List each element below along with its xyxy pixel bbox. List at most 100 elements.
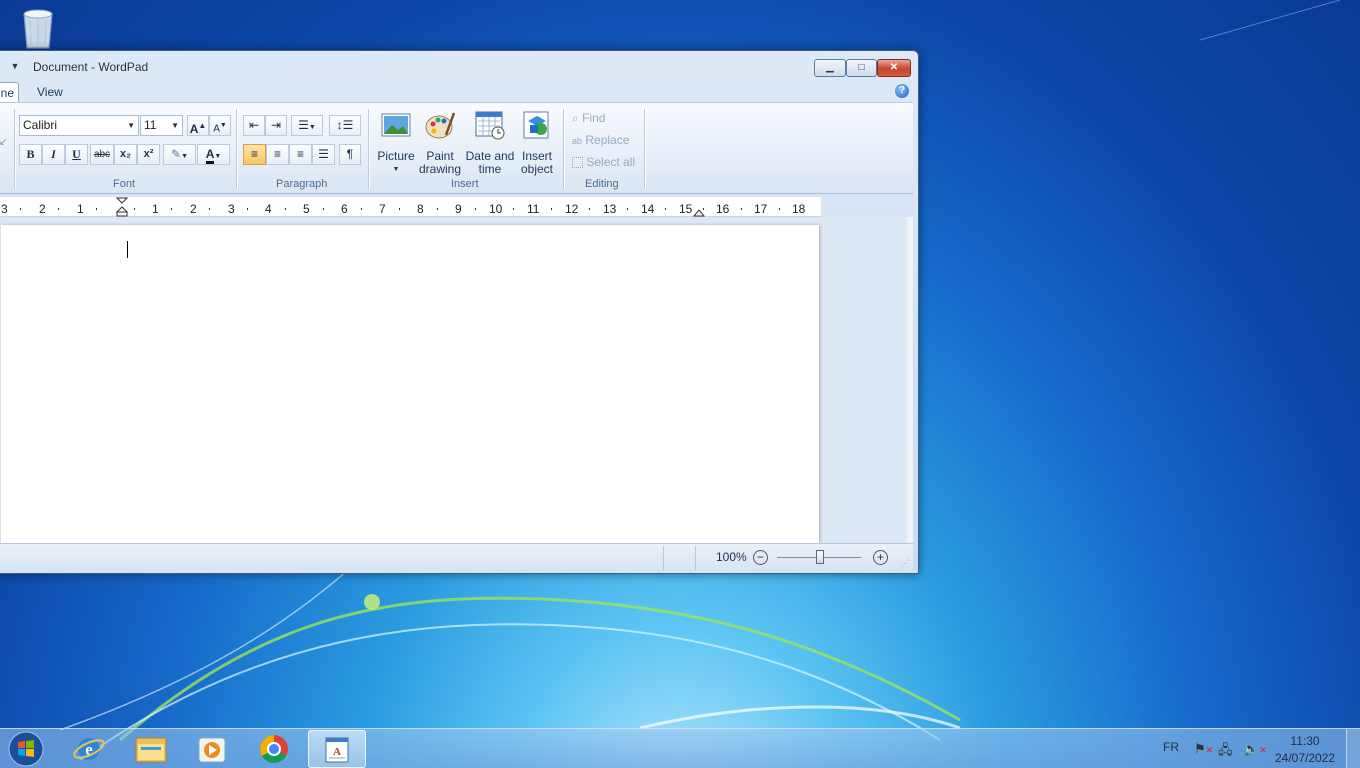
shrink-font-button[interactable]: A▼ [209, 115, 231, 136]
group-separator [644, 109, 645, 189]
zoom-out-button[interactable]: − [753, 550, 768, 565]
line-spacing-button[interactable]: ↕☰ [329, 115, 361, 136]
font-size-select[interactable]: 11 ▼ [140, 115, 183, 136]
network-icon[interactable]: 🖧 [1218, 741, 1233, 763]
font-size-value: 11 [144, 118, 157, 132]
zoom-slider-thumb[interactable] [816, 550, 824, 564]
highlighter-icon: ✎ [171, 147, 182, 161]
window-title: Document - WordPad [33, 60, 149, 74]
close-button[interactable]: ✕ [877, 59, 911, 77]
status-divider [663, 546, 664, 570]
help-icon[interactable]: ? [895, 84, 909, 98]
zoom-in-button[interactable]: + [873, 550, 888, 565]
justify-icon: ☰ [318, 147, 329, 161]
group-separator [563, 109, 564, 189]
zoom-level: 100% [716, 550, 747, 564]
paragraph-button[interactable]: ¶ [339, 144, 361, 165]
ribbon-tabs: ne View ? [0, 80, 918, 103]
volume-muted-icon[interactable]: 🔈✕ [1243, 741, 1267, 757]
clock-date[interactable]: 24/07/2022 [1270, 751, 1340, 765]
find-label: Find [582, 111, 606, 125]
underline-button[interactable]: U [65, 144, 88, 165]
resize-grip-icon[interactable]: ⋰ [901, 558, 910, 569]
decrease-indent-icon: ⇤ [248, 118, 260, 132]
paint-drawing-label-2: drawing [418, 162, 462, 176]
clipboard-edge: ↙ [0, 137, 7, 148]
justify-button[interactable]: ☰ [312, 144, 335, 165]
calendar-clock-icon [475, 111, 505, 140]
select-all-button[interactable]: Select all [572, 155, 635, 169]
picture-label: Picture [377, 149, 415, 163]
bold-button[interactable]: B [19, 144, 42, 165]
svg-text:A: A [333, 746, 341, 758]
minimize-button[interactable]: ▁ [814, 59, 846, 77]
date-time-button[interactable]: Date and time [464, 109, 516, 176]
chevron-down-icon: ▼ [392, 166, 400, 173]
taskbar-chrome[interactable] [245, 730, 303, 768]
document-page[interactable] [1, 225, 819, 543]
align-right-icon: ≡ [296, 147, 304, 161]
decrease-indent-button[interactable]: ⇤ [243, 115, 265, 136]
chevron-down-icon: ▼ [127, 121, 135, 130]
find-button[interactable]: ⌕ Find [572, 111, 605, 126]
file-explorer-icon [135, 737, 167, 763]
windows-start-icon [8, 731, 44, 767]
grow-font-button[interactable]: A▲ [187, 115, 209, 136]
taskbar-wordpad[interactable]: A [308, 730, 366, 768]
align-center-icon: ≡ [273, 147, 281, 161]
paragraph-group-label: Paragraph [276, 178, 328, 190]
taskbar-file-explorer[interactable] [122, 730, 180, 768]
align-left-icon: ≡ [250, 147, 258, 161]
font-name-select[interactable]: Calibri ▼ [19, 115, 139, 136]
maximize-button[interactable]: □ [846, 59, 877, 77]
indent-marker-icon[interactable] [116, 197, 128, 217]
recycle-bin-icon[interactable] [18, 6, 58, 50]
date-time-label-2: time [478, 162, 502, 176]
paragraph-icon: ¶ [346, 147, 354, 161]
show-desktop-button[interactable] [1346, 729, 1360, 768]
vertical-scrollbar[interactable] [907, 217, 913, 543]
increase-indent-icon: ⇥ [270, 118, 282, 132]
italic-button[interactable]: I [42, 144, 65, 165]
title-bar[interactable]: ▼ Document - WordPad ▁ □ ✕ [0, 51, 918, 81]
taskbar-media-player[interactable] [183, 730, 241, 768]
ribbon: ↙ Calibri ▼ 11 ▼ A▲ A▼ B I U abc x₂ x² ✎… [0, 102, 913, 194]
align-right-button[interactable]: ≡ [289, 144, 312, 165]
quick-access-dropdown-icon[interactable]: ▼ [9, 61, 21, 73]
increase-indent-button[interactable]: ⇥ [265, 115, 287, 136]
insert-object-label-2: object [520, 162, 554, 176]
subscript-button[interactable]: x₂ [114, 144, 137, 165]
font-color-button[interactable]: A▼ [197, 144, 230, 165]
paint-drawing-button[interactable]: Paint drawing [417, 109, 463, 176]
ruler[interactable]: 3 2 1 1 2 3 4 5 6 7 8 9 10 11 12 13 14 1… [0, 197, 821, 217]
binoculars-icon: ⌕ [572, 111, 579, 125]
taskbar-internet-explorer[interactable]: e [60, 730, 118, 768]
replace-button[interactable]: ab Replace [572, 133, 629, 147]
tab-home[interactable]: ne [0, 82, 19, 103]
bullets-button[interactable]: ☰▼ [291, 115, 323, 136]
insert-group-label: Insert [451, 178, 479, 190]
highlight-color-button[interactable]: ✎▼ [163, 144, 196, 165]
clock-time[interactable]: 11:30 [1276, 734, 1334, 748]
replace-icon: ab [572, 136, 583, 146]
action-center-flag-icon[interactable]: ⚑✕ [1194, 741, 1213, 757]
right-indent-marker-icon[interactable] [693, 207, 705, 217]
insert-object-icon [523, 111, 549, 139]
replace-label: Replace [585, 133, 630, 147]
align-left-button[interactable]: ≡ [243, 144, 266, 165]
internet-explorer-icon: e [73, 738, 105, 760]
wordpad-icon: A [325, 737, 349, 763]
align-center-button[interactable]: ≡ [266, 144, 289, 165]
tab-view[interactable]: View [37, 85, 63, 99]
language-indicator[interactable]: FR [1163, 740, 1179, 754]
insert-object-button[interactable]: Insert object [516, 109, 558, 176]
chevron-down-icon: ▼ [171, 121, 179, 130]
insert-picture-button[interactable]: Picture ▼ [375, 109, 417, 176]
font-name-value: Calibri [23, 118, 58, 132]
group-separator [236, 109, 237, 189]
superscript-button[interactable]: x² [137, 144, 160, 165]
strikethrough-button[interactable]: abc [90, 144, 114, 165]
start-button[interactable] [4, 730, 48, 768]
taskbar: e A FR ⚑✕ 🖧 🔈✕ 11:30 24/07/2022 [0, 728, 1360, 768]
text-cursor [127, 241, 128, 258]
